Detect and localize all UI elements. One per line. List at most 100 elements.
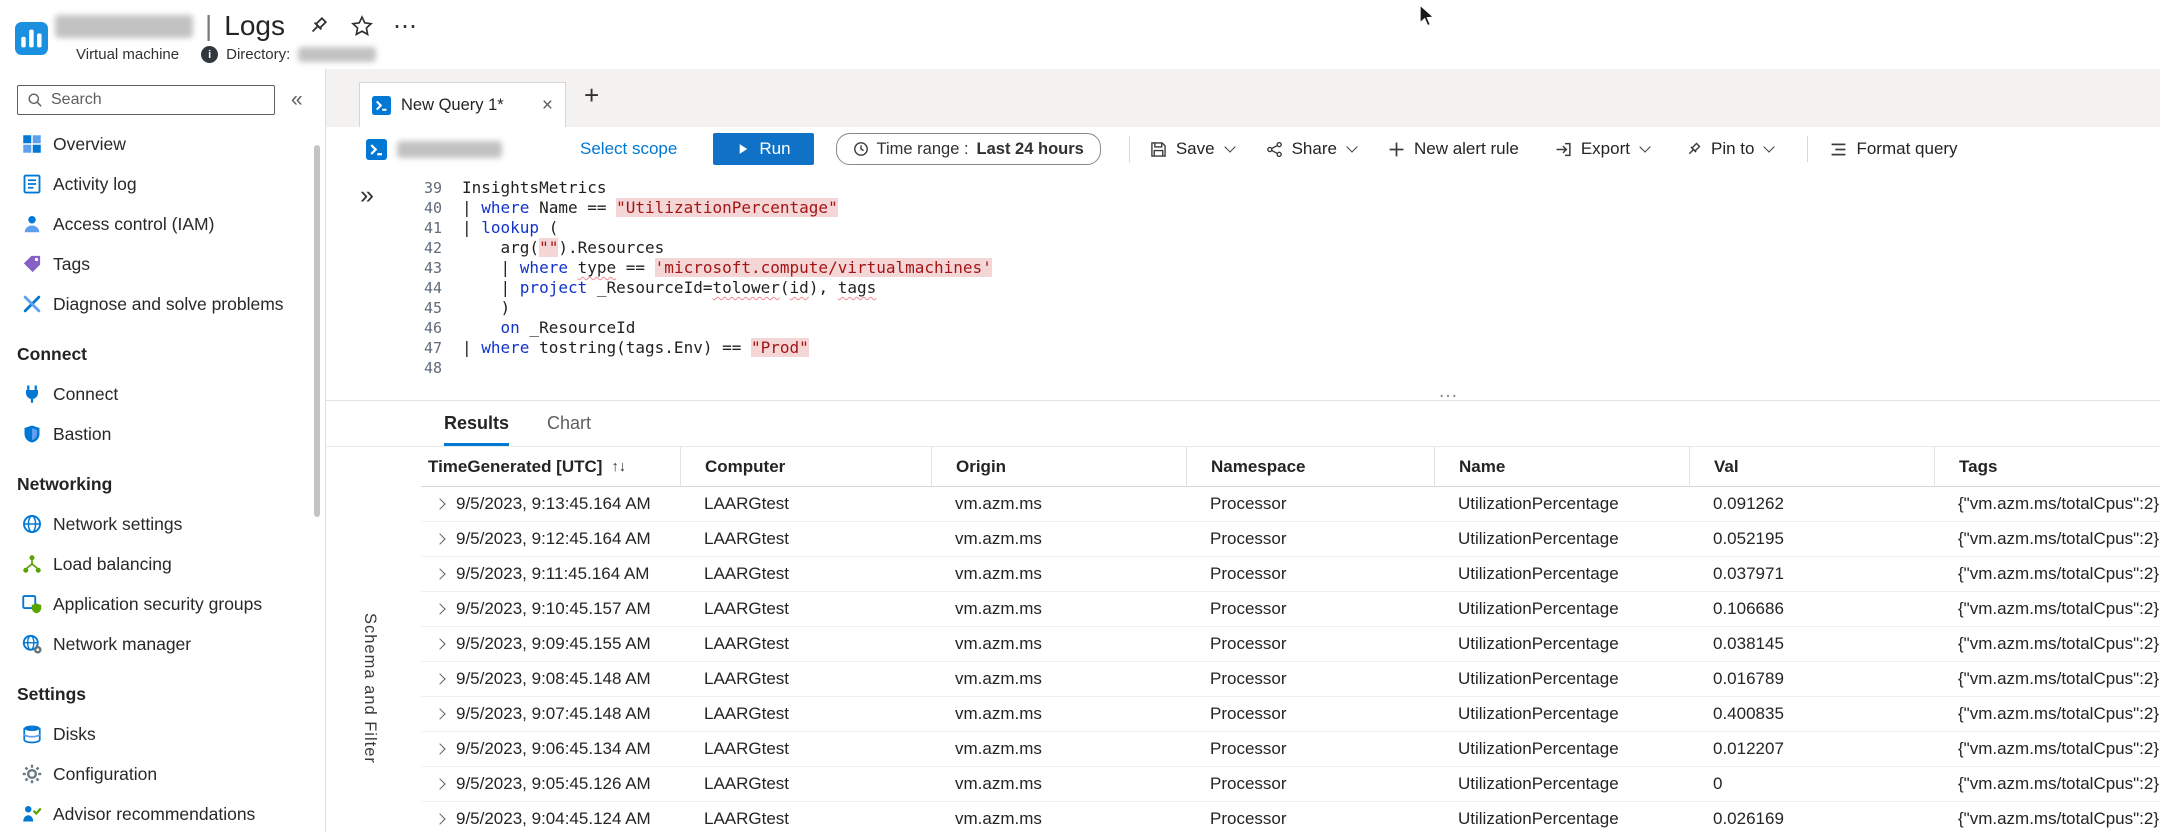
column-header-computer[interactable]: Computer xyxy=(680,447,931,486)
save-button[interactable]: Save xyxy=(1144,139,1240,159)
row-expand-chevron-icon[interactable] xyxy=(434,498,446,510)
new-alert-rule-button[interactable]: New alert rule xyxy=(1382,139,1525,159)
cell-namespace: Processor xyxy=(1210,564,1287,583)
column-header-name[interactable]: Name xyxy=(1434,447,1689,486)
row-expand-chevron-icon[interactable] xyxy=(434,603,446,615)
sidebar-item[interactable]: Activity log xyxy=(0,164,325,204)
cell-timegenerated: 9/5/2023, 9:11:45.164 AM xyxy=(456,564,650,583)
sidebar-item[interactable]: Application security groups xyxy=(0,584,325,624)
close-tab-icon[interactable]: × xyxy=(542,96,553,115)
tab-new-query-1[interactable]: New Query 1* × xyxy=(359,82,566,127)
sidebar-item[interactable]: Load balancing xyxy=(0,544,325,584)
cell-tags: {"vm.azm.ms/totalCpus":2} xyxy=(1958,739,2160,758)
sidebar-item[interactable]: Diagnose and solve problems xyxy=(0,284,325,324)
cell-timegenerated: 9/5/2023, 9:06:45.134 AM xyxy=(456,739,651,758)
tab-label: New Query 1* xyxy=(401,95,504,114)
code-line[interactable]: 42 arg("").Resources xyxy=(326,238,2160,258)
tab-chart[interactable]: Chart xyxy=(547,401,591,446)
row-expand-chevron-icon[interactable] xyxy=(434,708,446,720)
cell-name: UtilizationPercentage xyxy=(1458,739,1619,758)
column-header-timegenerated[interactable]: TimeGenerated [UTC] ↑↓ xyxy=(421,447,680,486)
time-range-picker[interactable]: Time range : Last 24 hours xyxy=(835,133,1101,165)
table-row[interactable]: 9/5/2023, 9:08:45.148 AM LAARGtest vm.az… xyxy=(421,662,2160,697)
row-expand-chevron-icon[interactable] xyxy=(434,778,446,790)
share-button[interactable]: Share xyxy=(1260,139,1362,159)
sidebar-item[interactable]: Network settings xyxy=(0,504,325,544)
cell-namespace: Processor xyxy=(1210,669,1287,688)
row-expand-chevron-icon[interactable] xyxy=(434,813,446,825)
format-query-button[interactable]: Format query xyxy=(1824,139,1963,159)
more-options-icon[interactable]: ⋯ xyxy=(393,12,417,41)
column-header-origin[interactable]: Origin xyxy=(931,447,1186,486)
table-row[interactable]: 9/5/2023, 9:10:45.157 AM LAARGtest vm.az… xyxy=(421,592,2160,627)
tab-results[interactable]: Results xyxy=(444,401,510,446)
line-number: 46 xyxy=(423,319,442,337)
table-row[interactable]: 9/5/2023, 9:06:45.134 AM LAARGtest vm.az… xyxy=(421,732,2160,767)
cell-computer: LAARGtest xyxy=(704,809,790,828)
sidebar-item[interactable]: Connect xyxy=(0,374,325,414)
sidebar-item[interactable]: Tags xyxy=(0,244,325,284)
code-line[interactable]: 48 xyxy=(326,358,2160,378)
row-expand-chevron-icon[interactable] xyxy=(434,638,446,650)
row-expand-chevron-icon[interactable] xyxy=(434,533,446,545)
query-tab-strip: New Query 1* × + xyxy=(326,69,2160,127)
code-line[interactable]: 46 on _ResourceId xyxy=(326,318,2160,338)
table-row[interactable]: 9/5/2023, 9:11:45.164 AM LAARGtest vm.az… xyxy=(421,557,2160,592)
schema-and-filter-tab[interactable]: Schema and Filter xyxy=(360,613,379,764)
sidebar-item[interactable]: Advisor recommendations xyxy=(0,794,325,832)
sidebar-scrollbar[interactable] xyxy=(314,145,320,517)
code-line[interactable]: 39 InsightsMetrics xyxy=(326,178,2160,198)
new-tab-button[interactable]: + xyxy=(584,82,599,114)
cell-name: UtilizationPercentage xyxy=(1458,494,1619,513)
export-button[interactable]: Export xyxy=(1549,139,1655,159)
row-expand-chevron-icon[interactable] xyxy=(434,568,446,580)
cell-timegenerated: 9/5/2023, 9:13:45.164 AM xyxy=(456,494,651,513)
table-row[interactable]: 9/5/2023, 9:12:45.164 AM LAARGtest vm.az… xyxy=(421,522,2160,557)
column-header-namespace[interactable]: Namespace xyxy=(1186,447,1434,486)
column-header-val[interactable]: Val xyxy=(1689,447,1934,486)
expand-schema-pane-button[interactable]: » xyxy=(360,181,374,210)
pin-blade-icon[interactable] xyxy=(307,15,329,37)
cell-origin: vm.azm.ms xyxy=(955,634,1042,653)
code-line[interactable]: 43 | where type == 'microsoft.compute/vi… xyxy=(326,258,2160,278)
query-editor[interactable]: 39 InsightsMetrics 40 | where Name == "Util… xyxy=(326,171,2160,387)
sidebar-item[interactable]: Configuration xyxy=(0,754,325,794)
sidebar-item-label: Advisor recommendations xyxy=(53,803,256,824)
table-row[interactable]: 9/5/2023, 9:04:45.124 AM LAARGtest vm.az… xyxy=(421,802,2160,832)
select-scope-link[interactable]: Select scope xyxy=(580,139,677,159)
collapse-sidebar-button[interactable]: « xyxy=(291,88,303,112)
row-expand-chevron-icon[interactable] xyxy=(434,673,446,685)
cell-val: 0.038145 xyxy=(1713,634,1784,653)
pin-to-button[interactable]: Pin to xyxy=(1679,139,1779,159)
sidebar-search-box[interactable] xyxy=(17,85,275,115)
chevron-down-icon xyxy=(1223,140,1236,153)
sidebar-item[interactable]: Disks xyxy=(0,714,325,754)
cell-origin: vm.azm.ms xyxy=(955,774,1042,793)
cell-name: UtilizationPercentage xyxy=(1458,774,1619,793)
tags-icon xyxy=(22,254,42,274)
editor-results-splitter[interactable]: … xyxy=(326,380,2160,402)
code-line[interactable]: 41 | lookup ( xyxy=(326,218,2160,238)
favorite-star-icon[interactable] xyxy=(351,15,373,37)
row-expand-chevron-icon[interactable] xyxy=(434,743,446,755)
run-button[interactable]: Run xyxy=(713,133,814,165)
cell-name: UtilizationPercentage xyxy=(1458,669,1619,688)
code-line[interactable]: 47 | where tostring(tags.Env) == "Prod" xyxy=(326,338,2160,358)
sidebar-item[interactable]: Network manager xyxy=(0,624,325,664)
cell-computer: LAARGtest xyxy=(704,494,790,513)
splitter-handle[interactable]: … xyxy=(1438,380,1461,403)
cell-origin: vm.azm.ms xyxy=(955,704,1042,723)
code-line[interactable]: 44 | project _ResourceId=tolower(id), ta… xyxy=(326,278,2160,298)
table-row[interactable]: 9/5/2023, 9:07:45.148 AM LAARGtest vm.az… xyxy=(421,697,2160,732)
search-input[interactable] xyxy=(51,91,265,109)
table-row[interactable]: 9/5/2023, 9:09:45.155 AM LAARGtest vm.az… xyxy=(421,627,2160,662)
sidebar-item[interactable]: Access control (IAM) xyxy=(0,204,325,244)
table-row[interactable]: 9/5/2023, 9:13:45.164 AM LAARGtest vm.az… xyxy=(421,487,2160,522)
column-header-tags[interactable]: Tags xyxy=(1934,447,2160,486)
code-line[interactable]: 40 | where Name == "UtilizationPercentage… xyxy=(326,198,2160,218)
code-line[interactable]: 45 ) xyxy=(326,298,2160,318)
sidebar-item[interactable]: Overview xyxy=(0,124,325,164)
cell-computer: LAARGtest xyxy=(704,564,790,583)
table-row[interactable]: 9/5/2023, 9:05:45.126 AM LAARGtest vm.az… xyxy=(421,767,2160,802)
sidebar-item[interactable]: Bastion xyxy=(0,414,325,454)
